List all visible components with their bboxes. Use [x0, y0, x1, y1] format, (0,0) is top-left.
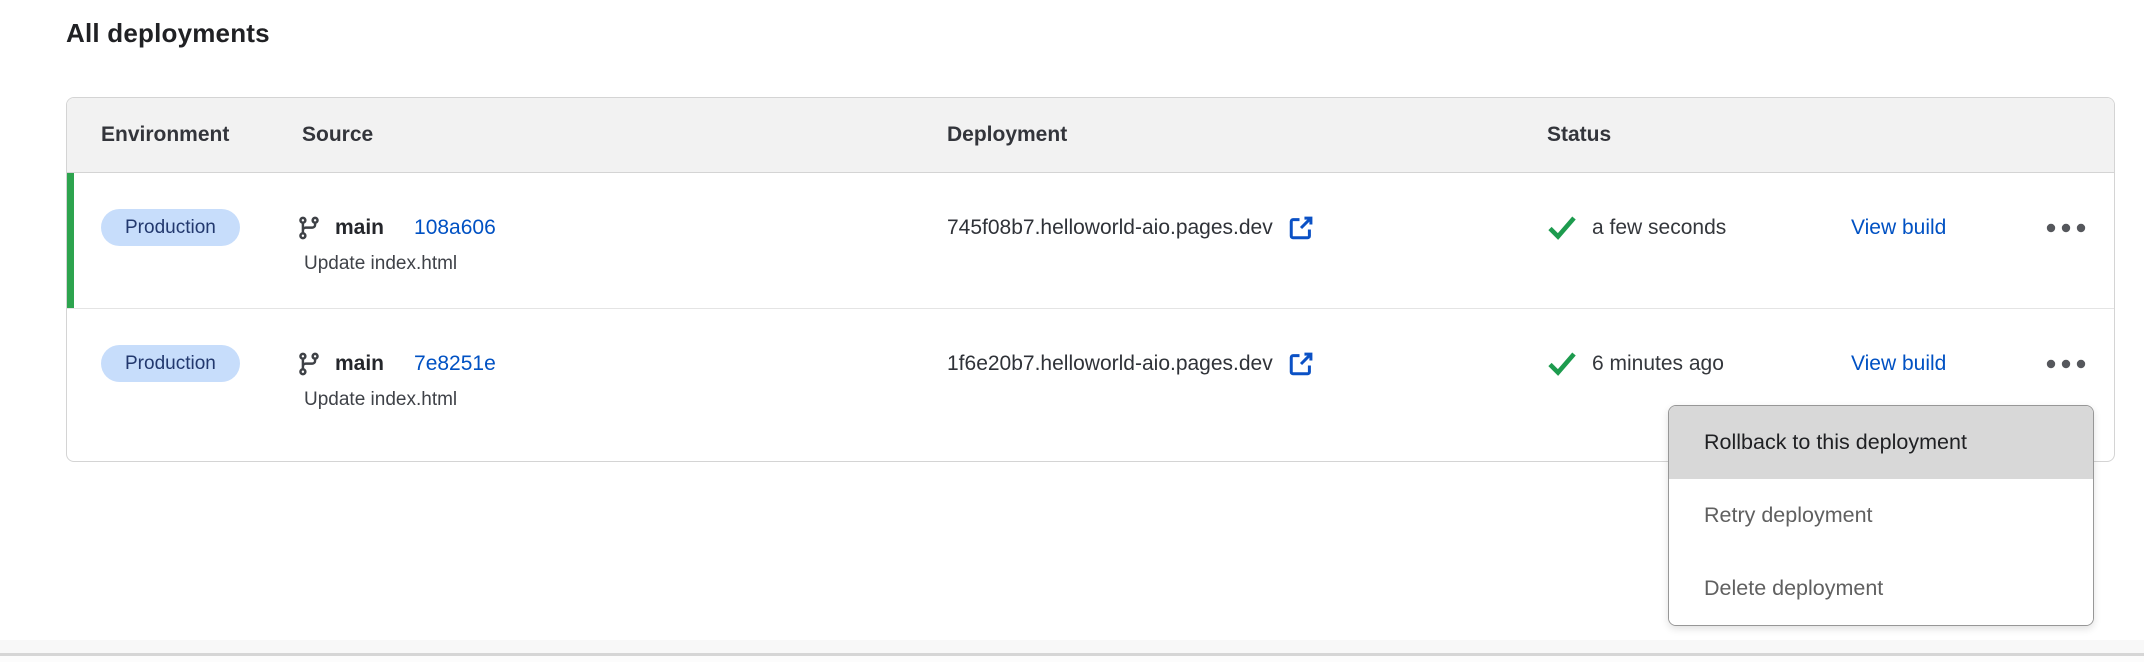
more-actions-button-open[interactable] — [2044, 353, 2088, 375]
menu-item-retry[interactable]: Retry deployment — [1669, 479, 2093, 552]
menu-item-rollback[interactable]: Rollback to this deployment — [1669, 406, 2093, 479]
section-divider-below — [0, 656, 2144, 662]
branch-name: main — [335, 352, 384, 376]
commit-link[interactable]: 7e8251e — [414, 352, 496, 376]
more-actions-button[interactable] — [2044, 217, 2088, 239]
column-header-source: Source — [296, 123, 947, 147]
environment-badge: Production — [101, 209, 240, 246]
column-header-status: Status — [1547, 123, 1785, 147]
status-time: 6 minutes ago — [1592, 352, 1724, 376]
deployment-url: 1f6e20b7.helloworld-aio.pages.dev — [947, 352, 1273, 376]
git-branch-icon — [296, 351, 322, 377]
ellipsis-icon — [2046, 223, 2086, 233]
deployment-row-current: Production main 108a606 Update index.htm… — [67, 173, 2114, 308]
view-build-link[interactable]: View build — [1851, 216, 1946, 240]
menu-item-delete[interactable]: Delete deployment — [1669, 552, 2093, 625]
ellipsis-icon — [2046, 359, 2086, 369]
page-title: All deployments — [66, 18, 270, 49]
deployment-actions-menu: Rollback to this deployment Retry deploy… — [1668, 405, 2094, 626]
commit-message: Update index.html — [296, 253, 947, 275]
check-icon — [1547, 351, 1577, 377]
git-branch-icon — [296, 215, 322, 241]
section-divider-band — [0, 640, 2144, 653]
column-header-deployment: Deployment — [947, 123, 1547, 147]
commit-link[interactable]: 108a606 — [414, 216, 496, 240]
table-header-row: Environment Source Deployment Status — [67, 98, 2114, 173]
external-link-icon[interactable] — [1286, 349, 1316, 379]
environment-badge: Production — [101, 345, 240, 382]
check-icon — [1547, 215, 1577, 241]
view-build-link[interactable]: View build — [1851, 352, 1946, 376]
deployment-url: 745f08b7.helloworld-aio.pages.dev — [947, 216, 1273, 240]
status-time: a few seconds — [1592, 216, 1726, 240]
commit-message: Update index.html — [296, 389, 947, 411]
branch-name: main — [335, 216, 384, 240]
external-link-icon[interactable] — [1286, 213, 1316, 243]
current-deployment-indicator — [67, 173, 74, 308]
column-header-environment: Environment — [67, 123, 296, 147]
